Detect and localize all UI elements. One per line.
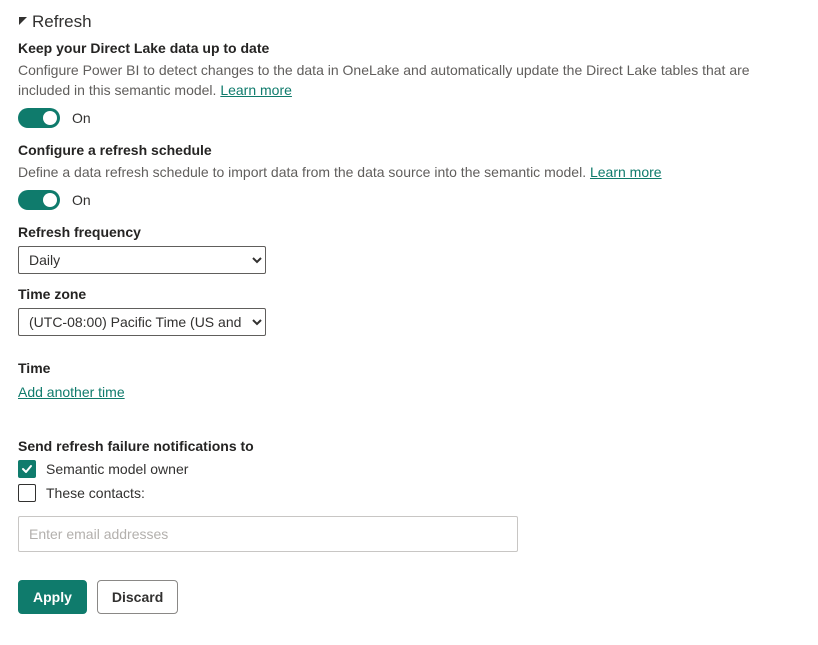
direct-lake-toggle-label: On bbox=[72, 110, 91, 126]
frequency-label: Refresh frequency bbox=[18, 224, 800, 240]
schedule-toggle-label: On bbox=[72, 192, 91, 208]
notify-contacts-checkbox[interactable] bbox=[18, 484, 36, 502]
section-title: Refresh bbox=[32, 12, 92, 32]
notify-owner-label: Semantic model owner bbox=[46, 461, 188, 477]
notify-contacts-label: These contacts: bbox=[46, 485, 145, 501]
frequency-select[interactable]: Daily bbox=[18, 246, 266, 274]
direct-lake-toggle[interactable] bbox=[18, 108, 60, 128]
direct-lake-heading: Keep your Direct Lake data up to date bbox=[18, 40, 800, 56]
collapse-triangle-icon bbox=[18, 16, 28, 29]
contacts-email-input[interactable] bbox=[18, 516, 518, 552]
add-time-link[interactable]: Add another time bbox=[18, 384, 125, 400]
section-header[interactable]: Refresh bbox=[18, 12, 800, 32]
timezone-label: Time zone bbox=[18, 286, 800, 302]
direct-lake-learn-more-link[interactable]: Learn more bbox=[220, 82, 292, 98]
timezone-select[interactable]: (UTC-08:00) Pacific Time (US and Canada) bbox=[18, 308, 266, 336]
apply-button[interactable]: Apply bbox=[18, 580, 87, 614]
notify-heading: Send refresh failure notifications to bbox=[18, 438, 800, 454]
schedule-heading: Configure a refresh schedule bbox=[18, 142, 800, 158]
time-label: Time bbox=[18, 360, 800, 376]
schedule-learn-more-link[interactable]: Learn more bbox=[590, 164, 662, 180]
discard-button[interactable]: Discard bbox=[97, 580, 178, 614]
direct-lake-description: Configure Power BI to detect changes to … bbox=[18, 60, 800, 100]
schedule-toggle[interactable] bbox=[18, 190, 60, 210]
notify-owner-checkbox[interactable] bbox=[18, 460, 36, 478]
schedule-description: Define a data refresh schedule to import… bbox=[18, 162, 800, 182]
